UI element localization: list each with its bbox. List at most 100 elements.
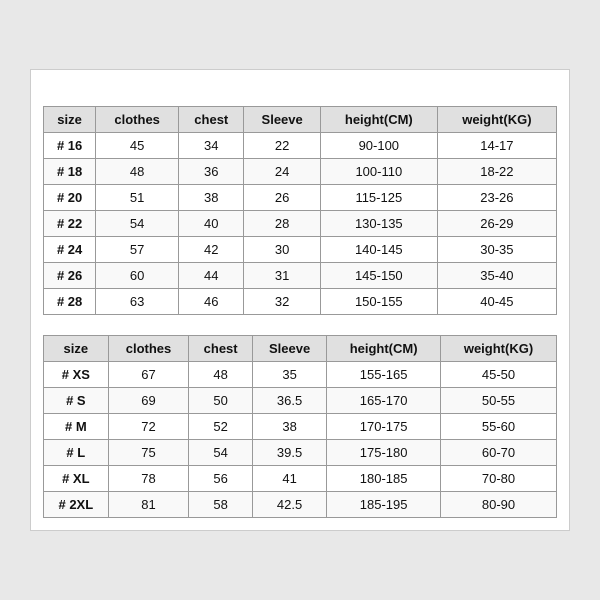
table-cell: # 20 — [44, 185, 96, 211]
size-chart-card: sizeclotheschestSleeveheight(CM)weight(K… — [30, 69, 570, 531]
table-cell: # M — [44, 414, 109, 440]
table-row: # M725238170-17555-60 — [44, 414, 557, 440]
table-row: # 1645342290-10014-17 — [44, 133, 557, 159]
table1-header: sizeclotheschestSleeveheight(CM)weight(K… — [44, 107, 557, 133]
table-cell: 115-125 — [320, 185, 437, 211]
table-cell: 80-90 — [441, 492, 557, 518]
table-row: # 28634632150-15540-45 — [44, 289, 557, 315]
table-cell: 70-80 — [441, 466, 557, 492]
table-cell: # S — [44, 388, 109, 414]
table-cell: # 26 — [44, 263, 96, 289]
table1-col-header: chest — [179, 107, 244, 133]
table-cell: 81 — [108, 492, 189, 518]
table-cell: 41 — [252, 466, 326, 492]
table-cell: 63 — [96, 289, 179, 315]
table2-col-header: height(CM) — [327, 336, 441, 362]
table-row: # L755439.5175-18060-70 — [44, 440, 557, 466]
table-cell: 36.5 — [252, 388, 326, 414]
table-cell: 38 — [179, 185, 244, 211]
table-cell: 32 — [244, 289, 320, 315]
table-cell: 54 — [96, 211, 179, 237]
size-table-2: sizeclotheschestSleeveheight(CM)weight(K… — [43, 335, 557, 518]
table-row: # 22544028130-13526-29 — [44, 211, 557, 237]
table-cell: 14-17 — [437, 133, 556, 159]
table-cell: 57 — [96, 237, 179, 263]
table-cell: 78 — [108, 466, 189, 492]
table-cell: 26-29 — [437, 211, 556, 237]
table2-col-header: Sleeve — [252, 336, 326, 362]
table2-col-header: size — [44, 336, 109, 362]
table-cell: 44 — [179, 263, 244, 289]
table-cell: 60-70 — [441, 440, 557, 466]
table-cell: 38 — [252, 414, 326, 440]
table-cell: 31 — [244, 263, 320, 289]
table-row: # 24574230140-14530-35 — [44, 237, 557, 263]
table-cell: 35 — [252, 362, 326, 388]
table-cell: 150-155 — [320, 289, 437, 315]
table-cell: 48 — [96, 159, 179, 185]
table-cell: 45 — [96, 133, 179, 159]
table-cell: 30 — [244, 237, 320, 263]
table1-col-header: weight(KG) — [437, 107, 556, 133]
table-row: # 2XL815842.5185-19580-90 — [44, 492, 557, 518]
table-cell: 18-22 — [437, 159, 556, 185]
table-cell: 185-195 — [327, 492, 441, 518]
table-cell: 50-55 — [441, 388, 557, 414]
table1-header-row: sizeclotheschestSleeveheight(CM)weight(K… — [44, 107, 557, 133]
table-cell: 175-180 — [327, 440, 441, 466]
table1-body: # 1645342290-10014-17# 18483624100-11018… — [44, 133, 557, 315]
table-cell: 180-185 — [327, 466, 441, 492]
table-cell: 30-35 — [437, 237, 556, 263]
table-cell: # 18 — [44, 159, 96, 185]
table-cell: # 28 — [44, 289, 96, 315]
table-row: # S695036.5165-17050-55 — [44, 388, 557, 414]
chart-title — [43, 82, 557, 106]
table-cell: 60 — [96, 263, 179, 289]
table-cell: 46 — [179, 289, 244, 315]
table-cell: 170-175 — [327, 414, 441, 440]
table-cell: # 22 — [44, 211, 96, 237]
table2-body: # XS674835155-16545-50# S695036.5165-170… — [44, 362, 557, 518]
table-cell: # XL — [44, 466, 109, 492]
table-cell: 58 — [189, 492, 253, 518]
table-cell: # 2XL — [44, 492, 109, 518]
size-table-1: sizeclotheschestSleeveheight(CM)weight(K… — [43, 106, 557, 315]
table-cell: 26 — [244, 185, 320, 211]
table2-col-header: weight(KG) — [441, 336, 557, 362]
table-cell: # XS — [44, 362, 109, 388]
table1-col-header: clothes — [96, 107, 179, 133]
table-cell: 90-100 — [320, 133, 437, 159]
table-cell: 67 — [108, 362, 189, 388]
table-cell: # L — [44, 440, 109, 466]
table-row: # XS674835155-16545-50 — [44, 362, 557, 388]
table-cell: 55-60 — [441, 414, 557, 440]
table-cell: 24 — [244, 159, 320, 185]
table-cell: 48 — [189, 362, 253, 388]
table1-col-header: height(CM) — [320, 107, 437, 133]
table-cell: # 24 — [44, 237, 96, 263]
table-row: # 26604431145-15035-40 — [44, 263, 557, 289]
table1-col-header: Sleeve — [244, 107, 320, 133]
table-cell: 23-26 — [437, 185, 556, 211]
table-cell: 52 — [189, 414, 253, 440]
table-cell: 42 — [179, 237, 244, 263]
table-cell: 42.5 — [252, 492, 326, 518]
table-cell: 140-145 — [320, 237, 437, 263]
table-cell: 145-150 — [320, 263, 437, 289]
table-cell: 155-165 — [327, 362, 441, 388]
table-cell: 165-170 — [327, 388, 441, 414]
table-cell: 36 — [179, 159, 244, 185]
table-cell: 34 — [179, 133, 244, 159]
table-cell: 40 — [179, 211, 244, 237]
table-row: # 18483624100-11018-22 — [44, 159, 557, 185]
table-cell: # 16 — [44, 133, 96, 159]
table-cell: 35-40 — [437, 263, 556, 289]
table-cell: 69 — [108, 388, 189, 414]
table-cell: 51 — [96, 185, 179, 211]
table-cell: 54 — [189, 440, 253, 466]
table1-col-header: size — [44, 107, 96, 133]
table-cell: 130-135 — [320, 211, 437, 237]
table-cell: 39.5 — [252, 440, 326, 466]
table-row: # 20513826115-12523-26 — [44, 185, 557, 211]
table-cell: 56 — [189, 466, 253, 492]
